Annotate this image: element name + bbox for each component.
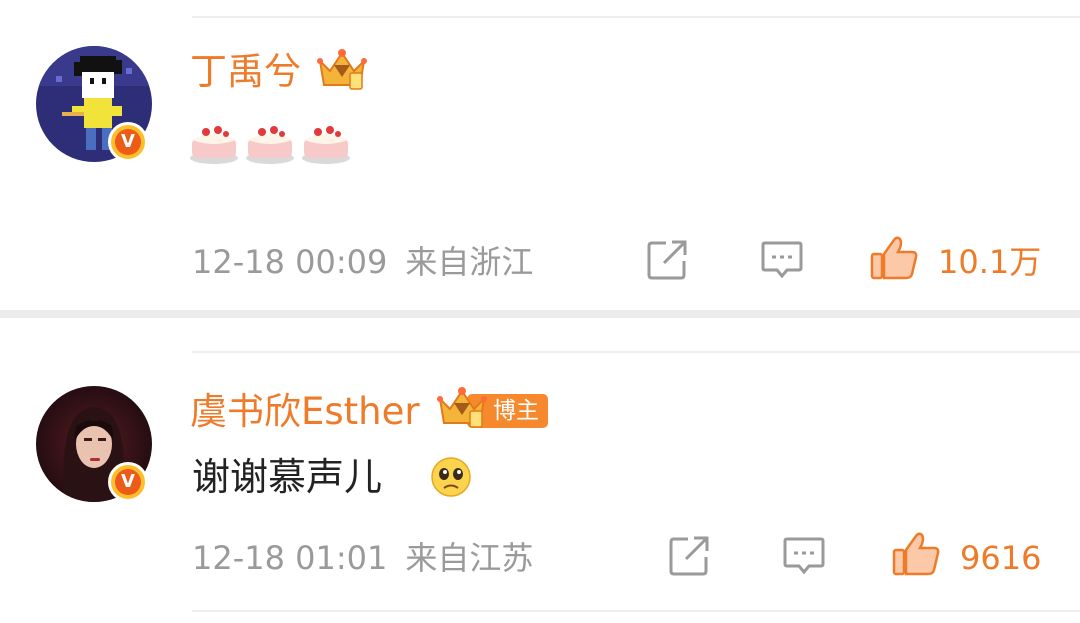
crown-icon bbox=[317, 49, 367, 90]
share-icon[interactable] bbox=[668, 535, 712, 577]
comment-divider bbox=[192, 351, 1080, 353]
like-count: 9616 bbox=[960, 539, 1042, 577]
like-icon[interactable] bbox=[870, 234, 920, 282]
comment-separator bbox=[0, 310, 1080, 318]
comment-meta: 12-18 01:01 来自江苏 bbox=[192, 538, 533, 578]
reply-icon[interactable] bbox=[760, 239, 804, 281]
comment-time: 12-18 01:01 bbox=[192, 539, 388, 577]
comment-location: 来自浙江 bbox=[405, 243, 534, 281]
top-divider bbox=[192, 16, 1080, 18]
share-icon[interactable] bbox=[646, 239, 690, 281]
bottom-divider bbox=[192, 610, 1080, 612]
comment-meta: 12-18 00:09 来自浙江 bbox=[192, 242, 533, 282]
crown-icon bbox=[437, 387, 487, 428]
verified-badge-icon: V bbox=[108, 462, 148, 502]
username[interactable]: 虞书欣Esther bbox=[190, 390, 420, 434]
cake-emoji bbox=[302, 126, 350, 164]
username[interactable]: 丁禹兮 bbox=[190, 50, 301, 94]
like-count: 10.1万 bbox=[938, 243, 1042, 281]
comment-time: 12-18 00:09 bbox=[192, 243, 388, 281]
comment-location: 来自江苏 bbox=[405, 539, 534, 577]
cake-emoji bbox=[190, 126, 238, 164]
verified-mark: V bbox=[115, 469, 141, 495]
cake-emoji bbox=[246, 126, 294, 164]
comment-text: 谢谢慕声儿 bbox=[192, 455, 383, 499]
pleading-face-emoji bbox=[431, 457, 471, 497]
reply-icon[interactable] bbox=[782, 535, 826, 577]
like-icon[interactable] bbox=[892, 530, 942, 578]
verified-mark: V bbox=[115, 129, 141, 155]
verified-badge-icon: V bbox=[108, 122, 148, 162]
